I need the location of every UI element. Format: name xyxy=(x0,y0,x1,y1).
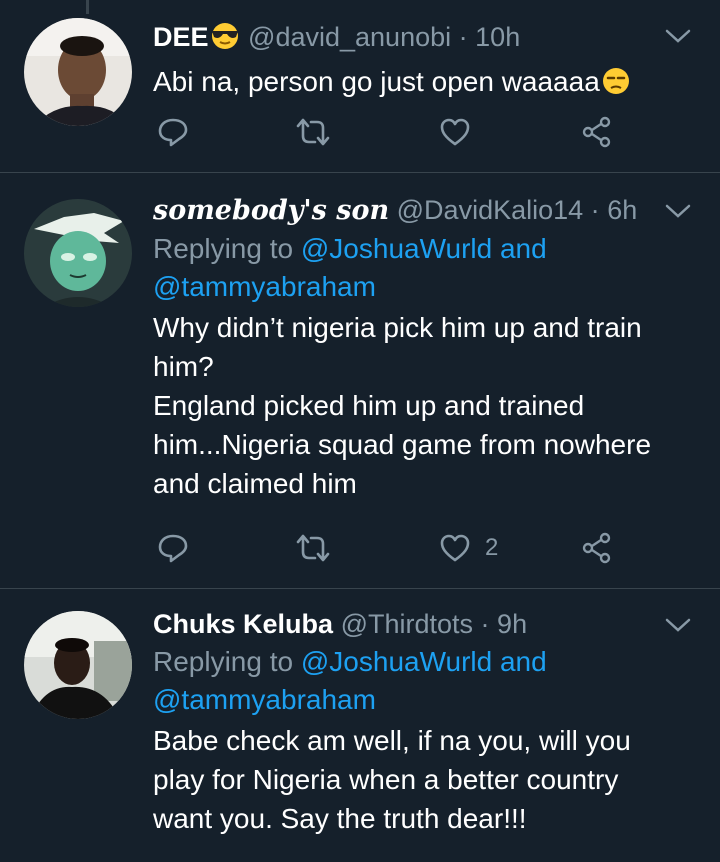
sunglasses-emoji xyxy=(209,20,241,58)
mention-link[interactable]: @tammyabraham xyxy=(153,684,376,715)
tweet[interactable]: somebody's son @DavidKalio14 · 6h Replyi… xyxy=(0,173,720,589)
and-others-link[interactable]: and xyxy=(500,233,547,264)
tweet[interactable]: Chuks Keluba @Thirdtots · 9h Replying to… xyxy=(0,589,720,862)
tweet-text: Babe check am well, if na you, will you … xyxy=(153,721,700,838)
tweet-text: Why didn’t nigeria pick him up and train… xyxy=(153,308,700,503)
mention-link[interactable]: @JoshuaWurld xyxy=(301,646,492,677)
tweet-text-line: Why didn’t nigeria pick him up and train xyxy=(153,312,642,343)
avatar[interactable] xyxy=(24,18,132,126)
like-button[interactable] xyxy=(439,114,471,150)
tweet-text: Abi na, person go just open waaaaa xyxy=(153,62,700,105)
retweet-icon xyxy=(296,534,330,562)
user-handle[interactable]: @DavidKalio14 xyxy=(397,195,584,225)
timestamp[interactable]: 10h xyxy=(475,22,520,52)
separator-dot: · xyxy=(590,195,600,225)
action-bar xyxy=(153,114,623,150)
display-name[interactable]: Chuks Keluba xyxy=(153,609,333,639)
tweet-text-line: him...Nigeria squad game from nowhere xyxy=(153,429,652,460)
tweet-header: somebody's son @DavidKalio14 · 6h xyxy=(153,193,700,228)
user-handle[interactable]: @david_anunobi xyxy=(248,22,451,52)
tweet-text-line: want you. Say the truth dear!!! xyxy=(153,803,527,834)
chevron-down-icon[interactable] xyxy=(664,26,692,46)
retweet-button[interactable] xyxy=(295,114,331,150)
like-icon xyxy=(440,118,470,146)
mention-link[interactable]: @tammyabraham xyxy=(153,271,376,302)
share-button[interactable] xyxy=(581,114,613,150)
reply-icon xyxy=(158,118,188,147)
display-name[interactable]: DEE xyxy=(153,22,209,52)
avatar[interactable] xyxy=(24,611,132,719)
replying-to-line2: @tammyabraham xyxy=(153,268,700,306)
retweet-icon xyxy=(296,118,330,146)
share-button[interactable] xyxy=(581,530,613,566)
separator-dot: · xyxy=(458,22,468,52)
timestamp[interactable]: 9h xyxy=(497,609,527,639)
tweet-text-line: Babe check am well, if na you, will you xyxy=(153,725,631,756)
retweet-button[interactable] xyxy=(295,530,331,566)
timestamp[interactable]: 6h xyxy=(607,195,637,225)
chevron-down-icon[interactable] xyxy=(664,615,692,635)
reply-icon xyxy=(158,534,188,563)
reply-button[interactable] xyxy=(157,114,189,150)
tweet-header: Chuks Keluba @Thirdtots · 9h xyxy=(153,607,700,641)
tweet-text-line: play for Nigeria when a better country xyxy=(153,764,619,795)
action-bar: 2 xyxy=(153,530,623,566)
like-icon xyxy=(440,534,470,562)
replying-to-line2: @tammyabraham xyxy=(153,681,700,719)
tweet-header: DEE @david_anunobi · 10h xyxy=(153,20,700,58)
chevron-down-icon[interactable] xyxy=(664,201,692,221)
reply-button[interactable] xyxy=(157,530,189,566)
avatar[interactable] xyxy=(24,199,132,307)
replying-to: Replying to @JoshuaWurld and xyxy=(153,230,700,268)
and-others-link[interactable]: and xyxy=(500,646,547,677)
tweet-text-line: and claimed him xyxy=(153,468,357,499)
like-button[interactable]: 2 xyxy=(439,530,498,566)
display-name[interactable]: somebody's son xyxy=(153,195,389,226)
share-icon xyxy=(582,116,611,148)
user-handle[interactable]: @Thirdtots xyxy=(341,609,473,639)
share-icon xyxy=(582,532,611,564)
tweet[interactable]: DEE @david_anunobi · 10h Abi na, person … xyxy=(0,0,720,173)
tweet-body: Abi na, person go just open waaaaa xyxy=(153,66,600,97)
like-count: 2 xyxy=(485,534,499,561)
unamused-emoji xyxy=(600,65,632,105)
tweet-text-line: England picked him up and trained xyxy=(153,390,585,421)
mention-link[interactable]: @JoshuaWurld xyxy=(301,233,492,264)
replying-to-label: Replying to xyxy=(153,646,294,677)
replying-to-label: Replying to xyxy=(153,233,294,264)
tweet-text-line: him? xyxy=(153,351,214,382)
separator-dot: · xyxy=(480,609,490,639)
replying-to: Replying to @JoshuaWurld and xyxy=(153,643,700,681)
